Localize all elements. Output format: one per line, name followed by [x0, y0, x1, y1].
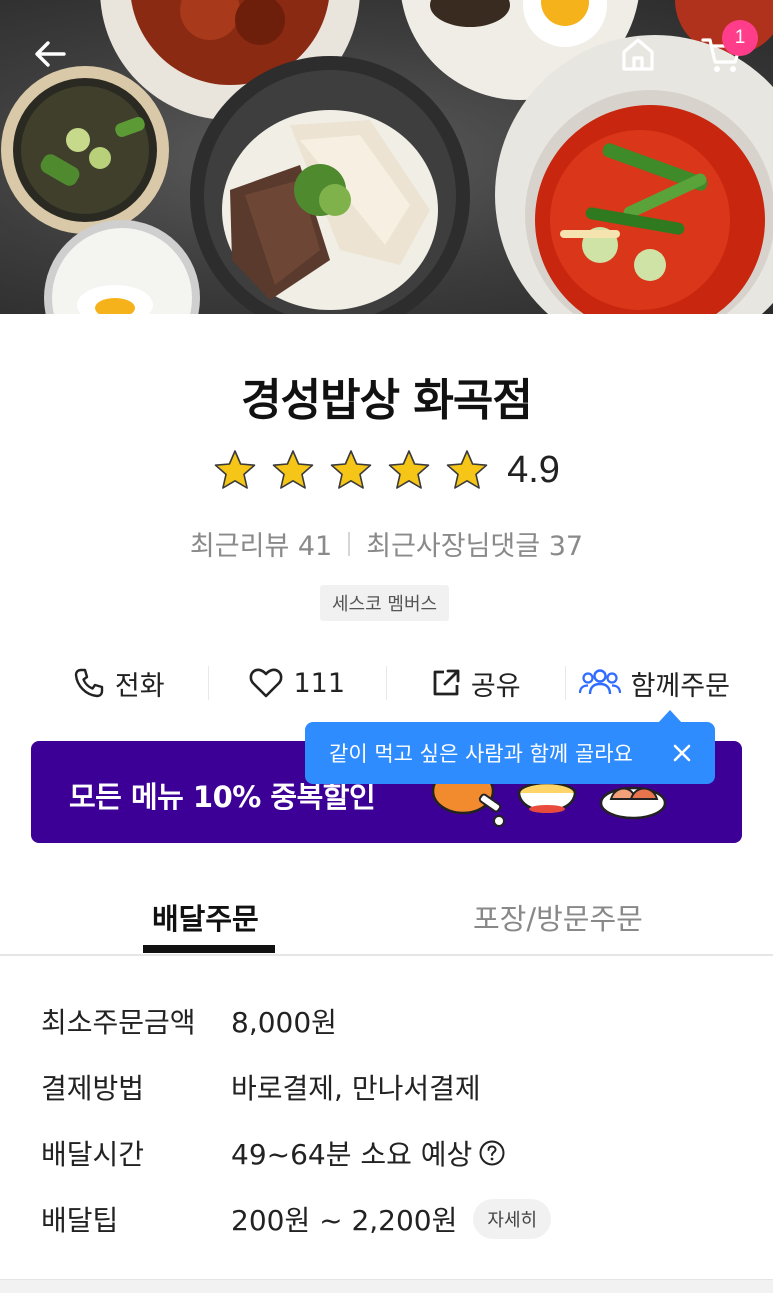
star-icon	[388, 450, 430, 489]
share-label: 공유	[470, 670, 521, 702]
section-divider	[0, 1279, 773, 1293]
arrow-left-icon	[35, 41, 66, 67]
order-type-tabs: 배달주문 포장/방문주문	[0, 880, 773, 956]
store-name: 경성밥상 화곡점	[241, 375, 533, 426]
delivery-time-row: 배달시간 49~64분 소요 예상	[41, 1128, 506, 1178]
tooltip-text: 같이 먹고 싶은 사람과 함께 골라요	[329, 742, 633, 766]
recent-reviews-link[interactable]: 최근리뷰 41	[190, 524, 332, 563]
min-order-row: 최소주문금액 8,000원	[41, 996, 337, 1046]
group-order-button[interactable]: 함께주문	[566, 660, 744, 706]
home-button[interactable]	[610, 26, 666, 82]
close-icon	[673, 744, 691, 762]
review-summary: 최근리뷰 41 최근사장님댓글 37	[0, 524, 773, 563]
delivery-tip-value-wrap: 200원 ~ 2,200원 자세히	[231, 1199, 552, 1239]
call-label: 전화	[114, 670, 165, 702]
store-tag: 세스코 멤버스	[320, 585, 450, 621]
rating-row: 4.9	[0, 448, 773, 492]
info-label: 배달팁	[41, 1204, 119, 1237]
delivery-time-value: 49~64분 소요 예상	[231, 1138, 473, 1171]
min-order-value: 8,000원	[231, 1006, 337, 1039]
call-button[interactable]: 전화	[30, 660, 208, 706]
payment-method-value: 바로결제, 만나서결제	[231, 1072, 481, 1105]
heart-icon	[250, 668, 283, 698]
back-button[interactable]	[22, 26, 78, 82]
like-count: 111	[293, 667, 346, 699]
delivery-tip-row: 배달팁 200원 ~ 2,200원 자세히	[41, 1194, 552, 1244]
star-icon	[214, 450, 256, 489]
question-circle-icon[interactable]	[478, 1139, 506, 1167]
recent-owner-replies-link[interactable]: 최근사장님댓글 37	[366, 524, 583, 563]
tooltip-close-button[interactable]	[667, 738, 697, 768]
rating-value: 4.9	[507, 448, 560, 491]
star-rating	[213, 448, 489, 492]
active-tab-indicator	[143, 945, 275, 953]
group-order-tooltip: 같이 먹고 싶은 사람과 함께 골라요	[305, 722, 715, 784]
delivery-tip-value: 200원 ~ 2,200원	[231, 1204, 458, 1237]
store-hero-image: 1	[0, 0, 773, 314]
star-icon	[330, 450, 372, 489]
info-label: 배달시간	[41, 1138, 145, 1171]
like-button[interactable]: 111	[209, 660, 387, 706]
tab-pickup[interactable]: 포장/방문주문	[473, 896, 643, 938]
info-label: 결제방법	[41, 1072, 145, 1105]
payment-method-row: 결제방법 바로결제, 만나서결제	[41, 1062, 481, 1112]
divider	[348, 531, 351, 556]
share-button[interactable]: 공유	[387, 660, 565, 706]
group-order-label: 함께주문	[630, 670, 730, 702]
delivery-time-value-wrap: 49~64분 소요 예상	[231, 1133, 506, 1173]
group-users-icon	[578, 669, 621, 695]
share-icon	[433, 669, 460, 696]
delivery-tip-detail-button[interactable]: 자세히	[473, 1199, 552, 1239]
info-label: 최소주문금액	[41, 1006, 196, 1039]
tab-delivery[interactable]: 배달주문	[152, 896, 259, 938]
phone-icon	[74, 668, 104, 698]
cart-count-badge: 1	[722, 20, 758, 56]
star-icon	[446, 450, 488, 489]
home-icon	[622, 38, 654, 71]
store-actions: 전화 111 공유 함께주문	[30, 660, 743, 706]
star-icon	[272, 450, 314, 489]
